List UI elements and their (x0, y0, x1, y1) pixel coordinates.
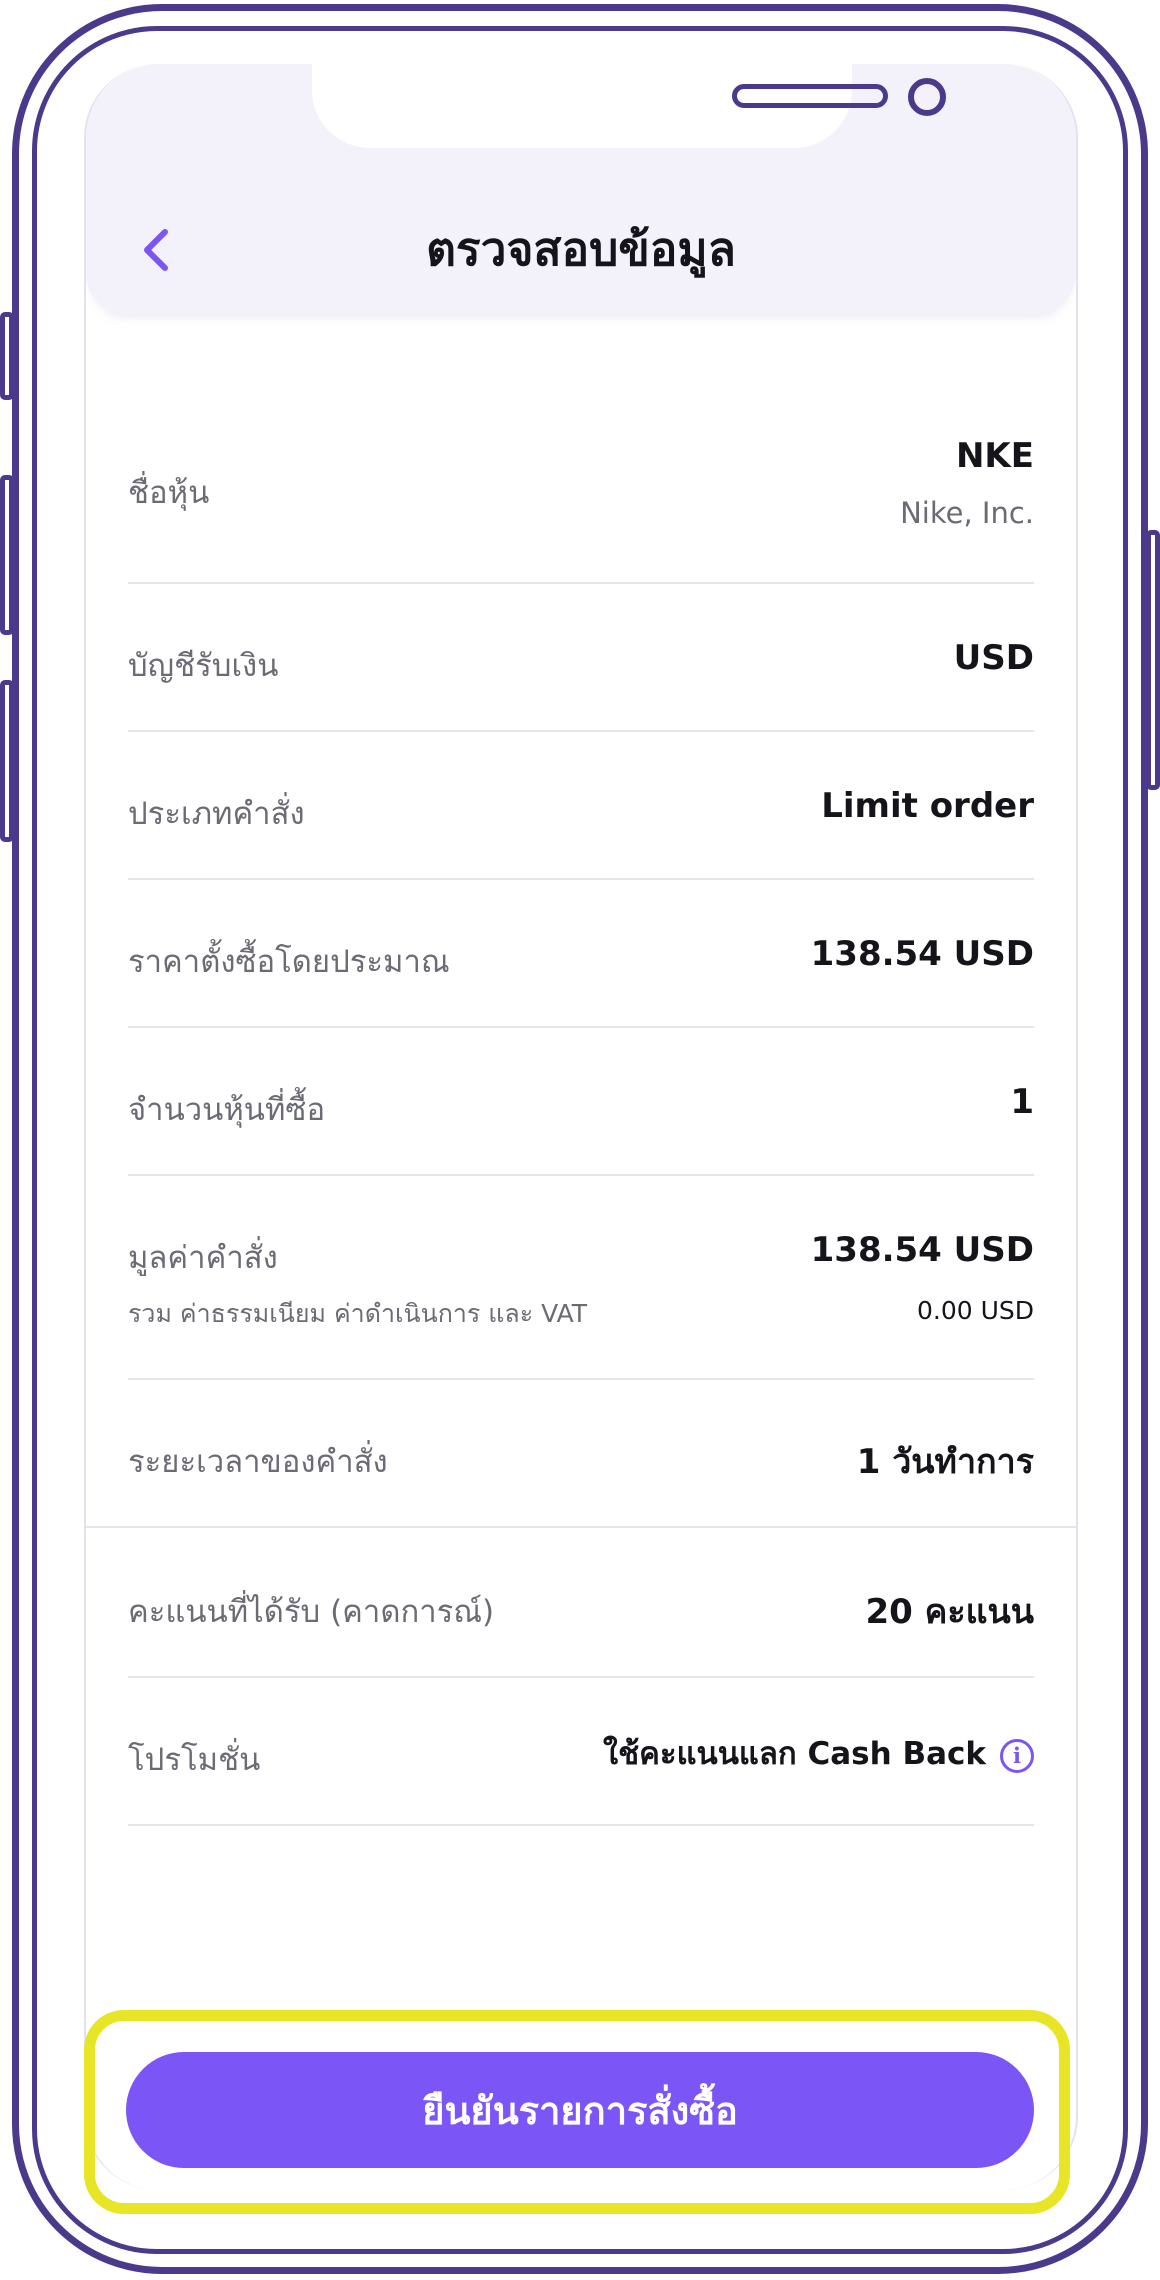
est-price-label: ราคาตั้งซื้อโดยประมาณ (128, 944, 450, 980)
speaker-slot (732, 84, 888, 108)
promotion-value-group: ใช้คะแนนแลก Cash Back i (603, 1728, 1034, 1778)
points-row: คะแนนที่ได้รับ (คาดการณ์) 20 คะแนน (128, 1528, 1034, 1678)
stock-company: Nike, Inc. (900, 496, 1034, 530)
duration-label: ระยะเวลาของคำสั่ง (128, 1444, 388, 1480)
quantity-value: 1 (1010, 1082, 1034, 1122)
phone-notch (312, 64, 946, 148)
stock-name-label: ชื่อหุ้น (128, 475, 210, 511)
info-circle-icon[interactable]: i (1000, 1738, 1034, 1773)
phone-mute-switch (0, 312, 14, 400)
front-camera (908, 78, 946, 116)
promotion-row: โปรโมชั่น ใช้คะแนนแลก Cash Back i (128, 1678, 1034, 1826)
order-type-label: ประเภทคำสั่ง (128, 796, 305, 832)
phone-volume-down (0, 680, 14, 842)
account-label: บัญชีรับเงิน (128, 648, 279, 684)
phone-power-button (1146, 530, 1160, 790)
duration-value: 1 วันทำการ (856, 1442, 1034, 1482)
points-value: 20 คะแนน (865, 1592, 1034, 1632)
quantity-label: จำนวนหุ้นที่ซื้อ (128, 1092, 326, 1128)
stock-name-row: ชื่อหุ้น NKE Nike, Inc. (128, 364, 1034, 584)
order-type-value: Limit order (821, 786, 1034, 826)
duration-row: ระยะเวลาของคำสั่ง 1 วันทำการ (86, 1380, 1076, 1528)
fee-value: 0.00 USD (916, 1296, 1034, 1325)
stock-symbol: NKE (955, 436, 1034, 476)
phone-volume-up (0, 475, 14, 635)
est-price-value: 138.54 USD (810, 934, 1034, 974)
est-price-row: ราคาตั้งซื้อโดยประมาณ 138.54 USD (128, 880, 1034, 1028)
promotion-value: ใช้คะแนนแลก Cash Back (603, 1736, 986, 1772)
order-value-value: 138.54 USD (810, 1230, 1034, 1270)
account-row: บัญชีรับเงิน USD (128, 584, 1034, 732)
confirm-order-button[interactable]: ยืนยันรายการสั่งซื้อ (126, 2052, 1034, 2168)
order-type-row: ประเภทคำสั่ง Limit order (128, 732, 1034, 880)
order-value-row: มูลค่าคำสั่ง 138.54 USD รวม ค่าธรรมเนียม… (128, 1176, 1034, 1380)
page-title: ตรวจสอบข้อมูล (426, 222, 736, 276)
top-bar: ตรวจสอบข้อมูล (86, 64, 1076, 314)
order-review-list: ชื่อหุ้น NKE Nike, Inc. บัญชีรับเงิน USD… (86, 364, 1076, 1826)
phone-screen: ตรวจสอบข้อมูล ชื่อหุ้น NKE Nike, Inc. บั… (84, 64, 1078, 2190)
points-label: คะแนนที่ได้รับ (คาดการณ์) (128, 1594, 495, 1630)
quantity-row: จำนวนหุ้นที่ซื้อ 1 (128, 1028, 1034, 1176)
account-value: USD (953, 638, 1034, 678)
order-value-label: มูลค่าคำสั่ง (128, 1240, 278, 1276)
fee-label: รวม ค่าธรรมเนียม ค่าดำเนินการ และ VAT (128, 1299, 588, 1328)
promotion-label: โปรโมชั่น (128, 1742, 261, 1778)
